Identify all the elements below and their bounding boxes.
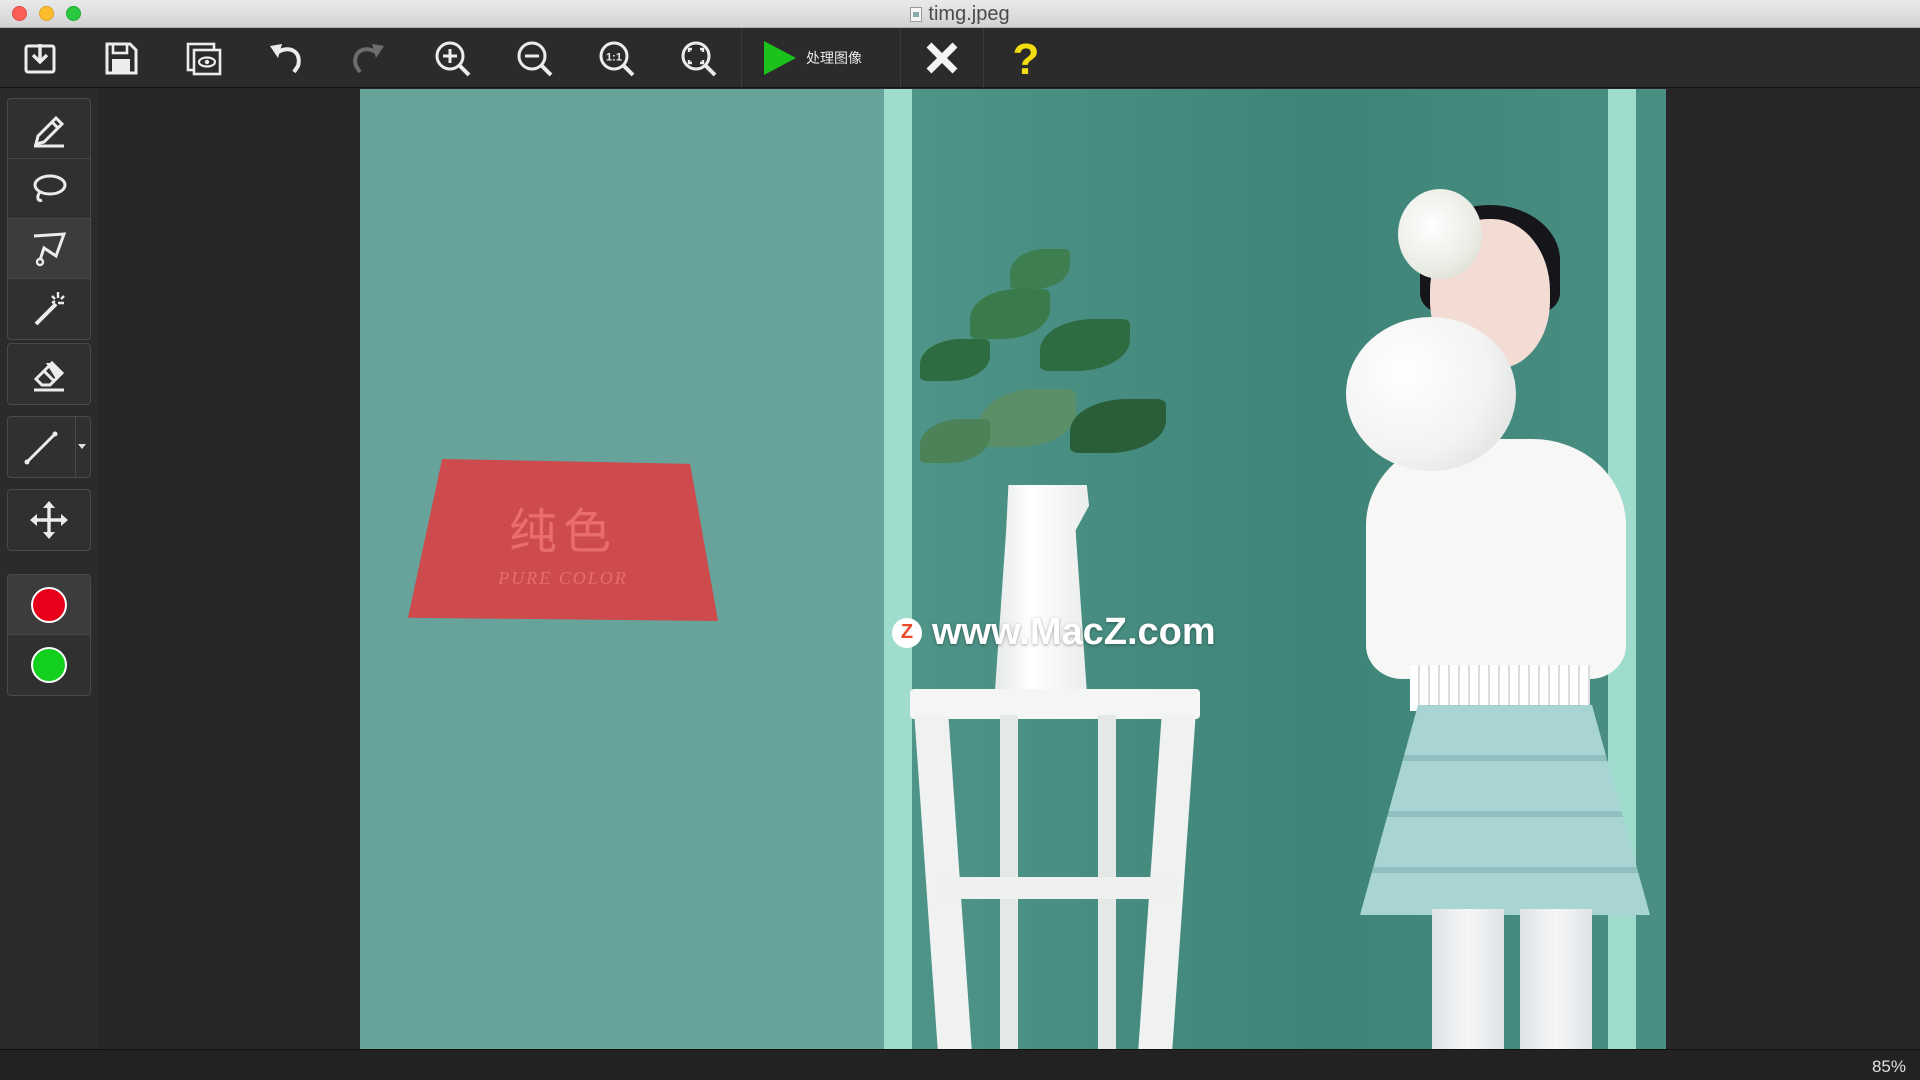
- undo-icon: [270, 44, 301, 74]
- process-image-label: 处理图像: [806, 50, 862, 66]
- fit-button[interactable]: [670, 34, 726, 82]
- eraser-tools: [7, 343, 91, 405]
- pure-color-sign: 纯色 PURE COLOR: [408, 459, 718, 621]
- watermark-logo: Z: [892, 617, 922, 648]
- marker-tool[interactable]: [8, 99, 90, 159]
- model-skirt: [1360, 705, 1650, 915]
- zoom-in-icon: [435, 41, 471, 77]
- preview-button[interactable]: [176, 34, 232, 82]
- polygon-lasso-tool[interactable]: [8, 219, 90, 279]
- cancel-button[interactable]: [914, 34, 970, 82]
- tool-panel: [0, 89, 98, 1049]
- background-color: [31, 647, 67, 683]
- help-icon: ?: [1013, 36, 1040, 80]
- eraser-icon: [33, 360, 65, 392]
- foreground-color-swatch[interactable]: [8, 575, 90, 635]
- line-tools: [7, 416, 91, 478]
- toolbar: 1:1 处理图像 ?: [0, 28, 1920, 88]
- import-icon: [24, 44, 56, 74]
- line-tool-divider: [75, 417, 76, 477]
- preview-icon: [186, 42, 222, 76]
- sign-chinese-text: 纯色: [508, 503, 617, 560]
- hair-flowers: [1398, 189, 1482, 279]
- actual-size-button[interactable]: 1:1: [588, 34, 644, 82]
- title-bar: timg.jpeg: [0, 0, 1920, 28]
- move-tool[interactable]: [8, 490, 90, 550]
- photo-pillar: [884, 89, 912, 1049]
- redo-icon: [353, 44, 384, 74]
- model-leg: [1432, 909, 1504, 1049]
- zoom-level: 85%: [1871, 1057, 1906, 1076]
- polygon-lasso-icon: [33, 231, 67, 266]
- line-tool[interactable]: [8, 417, 90, 477]
- model-figure: [1280, 119, 1650, 1049]
- zoom-fit-icon: [681, 41, 717, 77]
- document-icon: [910, 6, 923, 22]
- redo-button[interactable]: [340, 34, 396, 82]
- toolbar-separator: [983, 28, 984, 88]
- magic-wand-tool[interactable]: [8, 279, 90, 339]
- lasso-icon: [33, 174, 67, 202]
- zoom-in-button[interactable]: [424, 34, 480, 82]
- foreground-color: [31, 586, 67, 623]
- zoom-out-icon: [517, 41, 553, 77]
- stool-rung: [940, 877, 1170, 899]
- selection-tools: [7, 98, 91, 340]
- app-window: timg.jpeg 1:1 处理图像 ? 纯色 PURE COLOR Z www…: [0, 0, 1920, 1080]
- save-button[interactable]: [93, 34, 149, 82]
- process-image-button[interactable]: 处理图像: [758, 34, 898, 82]
- play-icon: [764, 41, 796, 75]
- watermark: Z www.MacZ.com: [892, 611, 1216, 654]
- watermark-text: www.MacZ.com: [932, 611, 1216, 653]
- model-leg: [1520, 909, 1592, 1049]
- zoom-actual-label: 1:1: [606, 52, 622, 64]
- document-image[interactable]: 纯色 PURE COLOR: [360, 89, 1666, 1049]
- line-icon: [24, 431, 58, 465]
- model-blouse: [1366, 439, 1626, 679]
- canvas-area[interactable]: 纯色 PURE COLOR Z www.MacZ.com: [98, 89, 1920, 1049]
- move-icon: [30, 501, 68, 539]
- zoom-actual-icon: 1:1: [599, 41, 635, 77]
- white-balloon: [1346, 317, 1516, 471]
- line-style-dropdown[interactable]: [78, 444, 86, 449]
- help-button[interactable]: ?: [998, 34, 1054, 82]
- close-icon: [926, 42, 958, 74]
- zoom-out-button[interactable]: [506, 34, 562, 82]
- move-tools: [7, 489, 91, 551]
- marker-icon: [33, 115, 65, 147]
- model-belt: [1410, 665, 1590, 711]
- lasso-tool[interactable]: [8, 159, 90, 219]
- status-bar: 85%: [0, 1049, 1920, 1080]
- help-label: ?: [1013, 36, 1040, 80]
- toolbar-separator: [741, 28, 742, 88]
- stool-seat: [910, 689, 1200, 719]
- magic-wand-icon: [34, 292, 65, 326]
- open-button[interactable]: [12, 34, 68, 82]
- toolbar-separator: [900, 28, 901, 88]
- title-wrap: timg.jpeg: [0, 0, 1920, 28]
- color-swatches: [7, 574, 91, 696]
- undo-button[interactable]: [258, 34, 314, 82]
- window-title: timg.jpeg: [928, 2, 1010, 25]
- save-icon: [105, 42, 138, 75]
- sign-english-text: PURE COLOR: [498, 567, 628, 588]
- background-color-swatch[interactable]: [8, 635, 90, 695]
- eraser-tool[interactable]: [8, 344, 90, 404]
